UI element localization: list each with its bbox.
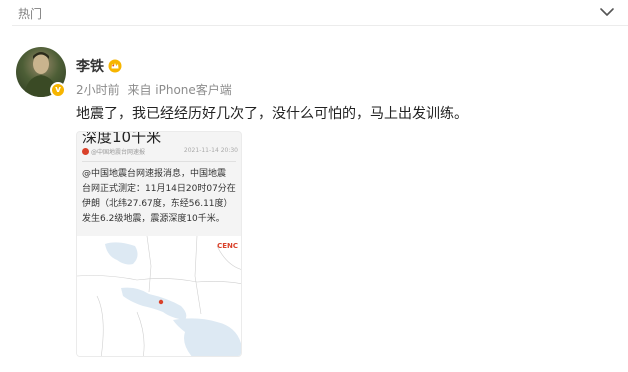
chevron-down-icon [600,8,614,16]
vip-crown-icon[interactable] [108,58,122,73]
image-body-line: 台网正式测定：11月14日20时07分在 [82,184,236,194]
image-heading: 深度10千米 [82,131,162,146]
image-body-line: 伊朗（北纬27.67度，东经56.11度） [82,199,233,209]
image-date: 2021-11-14 20:30 [183,147,238,154]
map-graphic [77,235,241,356]
post-meta: 2小时前 来自 iPhone客户端 [76,81,236,98]
image-source-label: @中国地震台网速报 [91,149,146,156]
post-text: 地震了，我已经经历好几次了，没什么可怕的，马上出发训练。 [76,106,468,122]
earthquake-map: CENC [77,235,241,356]
image-source-row: @中国地震台网速报 2021-11-14 20:30 [82,147,238,157]
source-logo-icon [82,148,89,155]
image-divider [82,161,236,162]
image-body-line: 发生6.2级地震，震源深度10千米。 [82,214,225,224]
post-time[interactable]: 2小时前 [76,83,120,97]
image-body-line: @中国地震台网速报消息，中国地震 [82,169,227,179]
verified-badge: v [50,82,66,98]
post-image[interactable]: 深度10千米 @中国地震台网速报 2021-11-14 20:30 @中国地震台… [76,131,242,357]
header-divider [12,25,628,26]
post-source: 来自 iPhone客户端 [127,83,232,97]
author-name[interactable]: 李铁 [76,56,104,76]
hot-tab-label[interactable]: 热门 [18,5,42,22]
feed-header: 热门 [0,0,628,25]
cenc-logo: CENC [217,242,238,250]
collapse-button[interactable] [598,4,616,20]
image-body-text: @中国地震台网速报消息，中国地震 台网正式测定：11月14日20时07分在 伊朗… [82,167,241,227]
